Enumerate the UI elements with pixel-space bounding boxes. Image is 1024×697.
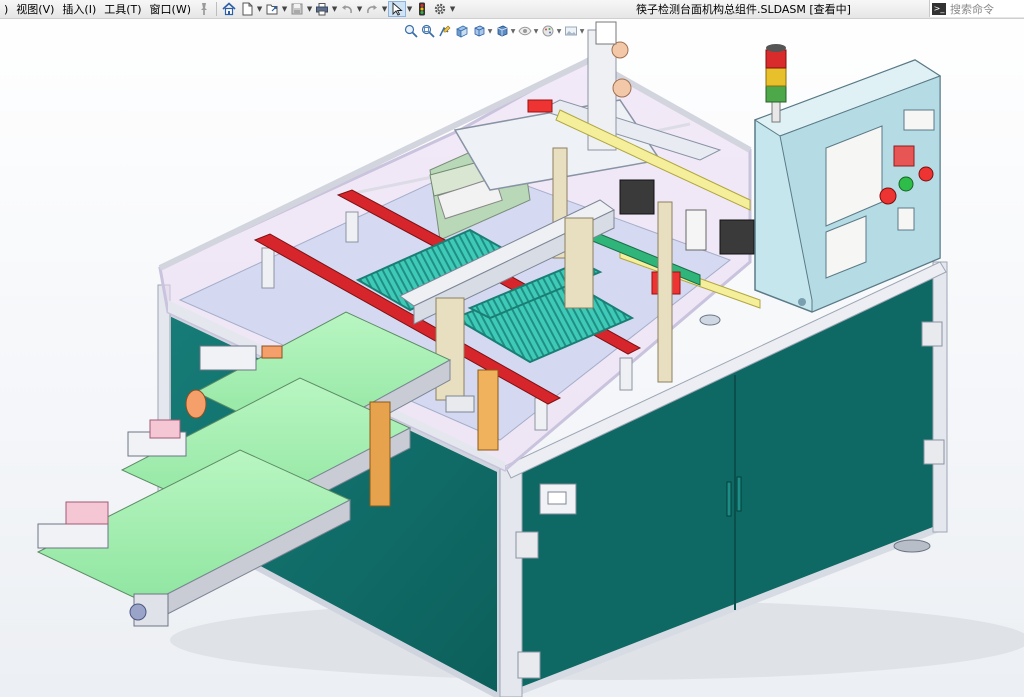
print-dropdown-icon[interactable]: ▼: [331, 1, 338, 17]
rear-cylinder-red: [527, 99, 553, 113]
home-icon[interactable]: [220, 1, 238, 17]
title-toolbar-bar: ) 视图(V) 插入(I) 工具(T) 窗口(W) ▼ ▼ ▼ ▼ ▼ ▼ ▼ …: [0, 0, 1024, 19]
start-button: [898, 176, 914, 192]
electrical-control-cabinet: [753, 44, 942, 313]
document-title: 筷子检测台面机构总组件.SLDASM [查看中]: [636, 3, 851, 16]
print-icon[interactable]: [313, 1, 331, 17]
menu-item-window[interactable]: 窗口(W): [146, 1, 195, 17]
new-document-icon[interactable]: [238, 1, 256, 17]
hmi-display: [903, 109, 935, 131]
toolbar-separator: [216, 2, 218, 16]
cabinet-alarm-light: [893, 145, 915, 167]
redo-dropdown-icon[interactable]: ▼: [381, 1, 388, 17]
stop-button: [918, 166, 934, 182]
menu-item-insert[interactable]: 插入(I): [58, 1, 100, 17]
menu-item-tools[interactable]: 工具(T): [100, 1, 145, 17]
leveling-foot: [893, 539, 931, 553]
save-dropdown-icon[interactable]: ▼: [306, 1, 313, 17]
undo-dropdown-icon[interactable]: ▼: [356, 1, 363, 17]
open-icon[interactable]: [263, 1, 281, 17]
options-dropdown-icon[interactable]: ▼: [449, 1, 456, 17]
traffic-light-icon[interactable]: [413, 1, 431, 17]
top-sensor-2: [612, 78, 632, 98]
graphics-viewport[interactable]: [0, 18, 1024, 697]
gantry-leg-right: [564, 217, 594, 309]
new-dropdown-icon[interactable]: ▼: [256, 1, 263, 17]
assembly-model-render: [36, 21, 1024, 697]
emergency-stop-button: [879, 187, 897, 205]
door-hinge-4: [923, 439, 945, 465]
door-handle-right: [736, 476, 742, 512]
redo-icon[interactable]: [363, 1, 381, 17]
door-hinge-2: [517, 651, 541, 679]
gear-icon[interactable]: [431, 1, 449, 17]
select-arrow-icon[interactable]: [388, 1, 407, 17]
stepper-motor-2: [719, 219, 755, 255]
save-icon[interactable]: [288, 1, 306, 17]
door-hinge-3: [921, 321, 943, 347]
stepper-motor-1: [619, 179, 655, 215]
conveyor-support-bracket: [369, 401, 391, 507]
door-hinge-1: [515, 531, 539, 559]
select-dropdown-icon[interactable]: ▼: [406, 1, 413, 17]
command-prompt-icon: >_: [932, 2, 946, 15]
menu-item-view[interactable]: 视图(V): [12, 1, 58, 17]
door-handle-left: [726, 481, 732, 517]
menu-item-previous[interactable]: ): [0, 3, 12, 16]
search-commands-input[interactable]: >_ 搜索命令: [929, 0, 1024, 17]
search-placeholder: 搜索命令: [950, 2, 994, 16]
undo-icon[interactable]: [338, 1, 356, 17]
open-dropdown-icon[interactable]: ▼: [281, 1, 288, 17]
pin-icon[interactable]: [195, 1, 213, 17]
right-corner-post: [932, 261, 948, 533]
